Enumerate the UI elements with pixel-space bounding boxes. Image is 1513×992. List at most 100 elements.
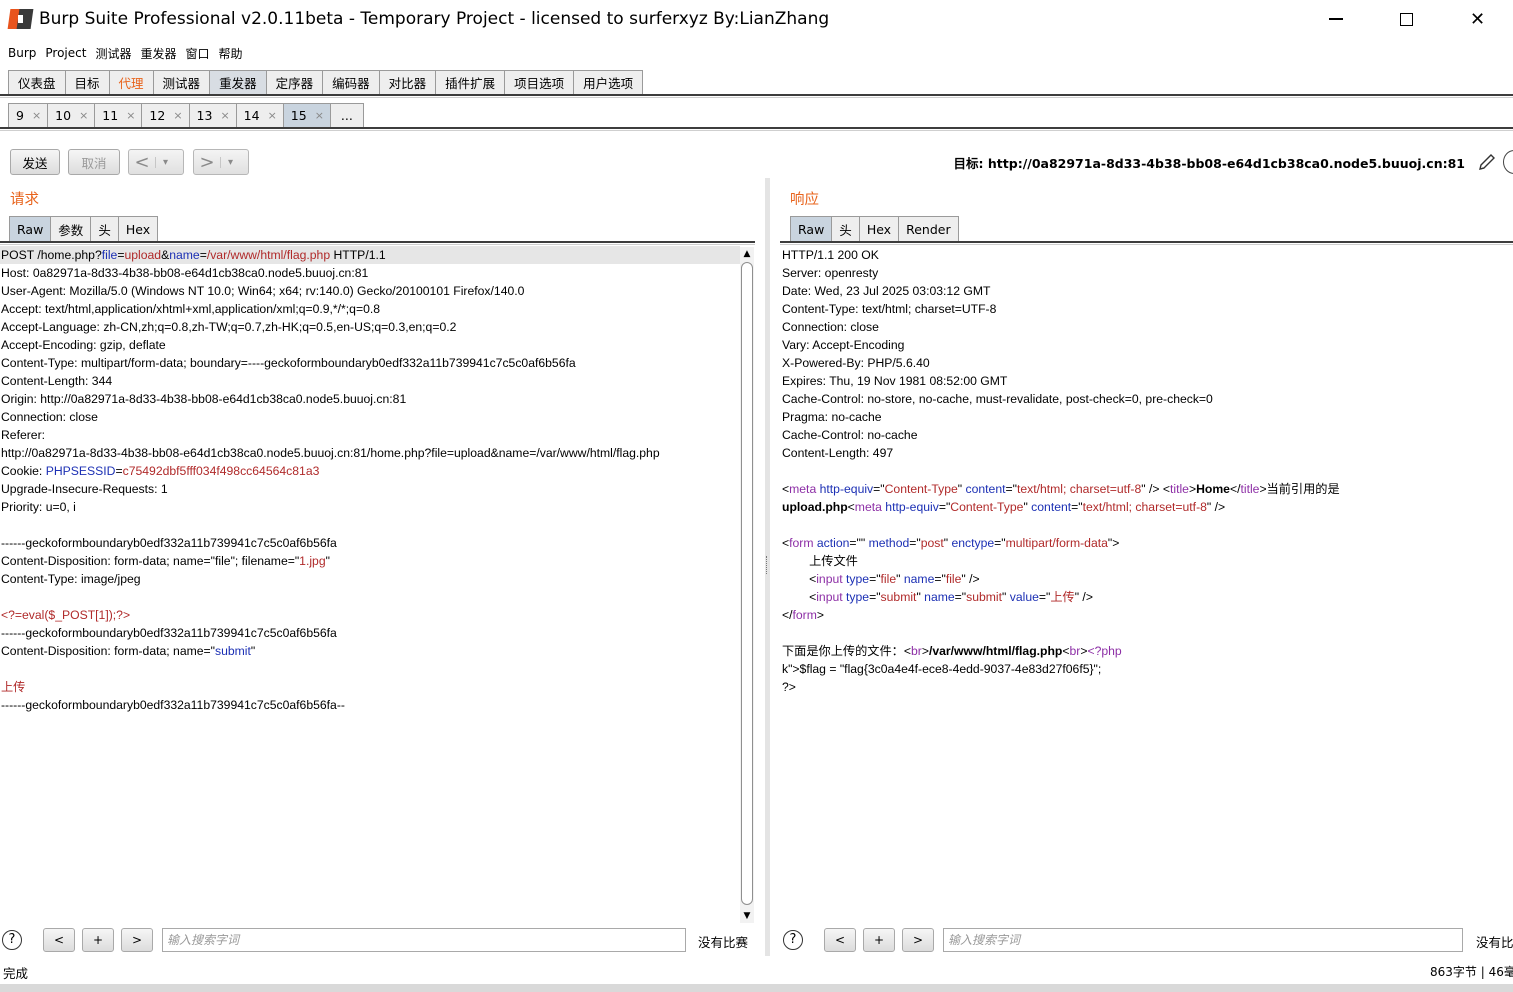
response-search-prev-button[interactable]: < xyxy=(824,928,856,952)
close-tab-icon[interactable]: × xyxy=(79,109,88,122)
send-button[interactable]: 发送 xyxy=(10,149,60,175)
response-search-options-button[interactable]: + xyxy=(863,928,895,952)
tab-repeater[interactable]: 重发器 xyxy=(209,70,267,94)
request-tab-params[interactable]: 参数 xyxy=(50,216,92,241)
request-search-options-button[interactable]: + xyxy=(82,928,114,952)
repeater-tab[interactable]: 11 × xyxy=(94,103,143,127)
menu-burp[interactable]: Burp xyxy=(8,46,36,60)
tab-intruder[interactable]: 测试器 xyxy=(152,70,211,94)
close-tab-icon[interactable]: × xyxy=(268,109,277,122)
response-title: 响应 xyxy=(790,192,819,208)
edit-target-pencil-icon[interactable] xyxy=(1476,151,1498,173)
menu-window[interactable]: 窗口 xyxy=(185,45,209,62)
minimize-button[interactable] xyxy=(1300,0,1371,38)
cancel-button[interactable]: 取消 xyxy=(68,149,120,175)
response-tab-render[interactable]: Render xyxy=(898,216,959,241)
tab-extender[interactable]: 插件扩展 xyxy=(435,70,506,94)
close-button[interactable]: ✕ xyxy=(1442,0,1513,38)
request-match-count: 没有比赛 xyxy=(698,935,749,950)
forward-history-dropdown-icon[interactable]: ▾ xyxy=(220,156,240,168)
back-history-dropdown-icon[interactable]: ▾ xyxy=(155,156,175,168)
request-tab-divider xyxy=(0,241,755,245)
request-line: Host: 0a82971a-8d33-4b38-bb08-e64d1cb38c… xyxy=(1,266,369,280)
response-editor[interactable]: HTTP/1.1 200 OK Server: openresty Date: We… xyxy=(781,246,1513,922)
request-line: Priority: u=0, i xyxy=(1,500,76,514)
repeater-tab-label: 10 xyxy=(55,108,72,123)
new-repeater-tab[interactable]: ... xyxy=(329,103,364,127)
request-tab-hex[interactable]: Hex xyxy=(117,216,159,241)
close-tab-icon[interactable]: × xyxy=(32,109,41,122)
response-line: <input type="file" name="file" /> xyxy=(782,572,980,586)
menu-intruder[interactable]: 测试器 xyxy=(95,45,131,62)
maximize-icon xyxy=(1400,12,1413,26)
tab-target[interactable]: 目标 xyxy=(64,70,110,94)
response-line: Content-Type: text/html; charset=UTF-8 xyxy=(782,302,997,316)
request-line: http://0a82971a-8d33-4b38-bb08-e64d1cb38… xyxy=(1,446,660,460)
tab-sequencer[interactable]: 定序器 xyxy=(265,70,324,94)
maximize-button[interactable] xyxy=(1371,0,1442,38)
request-search-next-button[interactable]: > xyxy=(121,928,153,952)
title-bar: Burp Suite Professional v2.0.11beta - Te… xyxy=(0,0,1513,38)
request-line: ------geckoformboundaryb0edf332a11b73994… xyxy=(1,536,337,550)
request-help-icon[interactable]: ? xyxy=(2,930,22,950)
repeater-tab[interactable]: 10 × xyxy=(47,103,96,127)
request-scrollbar[interactable]: ▲ ▼ xyxy=(740,247,754,923)
menu-repeater[interactable]: 重发器 xyxy=(140,45,176,62)
response-search-next-button[interactable]: > xyxy=(902,928,934,952)
response-line: upload.php<meta http-equiv="Content-Type… xyxy=(782,500,1226,514)
target-help-icon[interactable] xyxy=(1503,150,1513,174)
menu-bar: Burp Project 测试器 重发器 窗口 帮助 xyxy=(0,42,252,64)
request-line: ------geckoformboundaryb0edf332a11b73994… xyxy=(1,626,337,640)
repeater-tab-label: 15 xyxy=(290,108,307,123)
window-controls: ✕ xyxy=(1300,0,1513,38)
response-line: HTTP/1.1 200 OK xyxy=(782,248,879,262)
response-tab-headers[interactable]: 头 xyxy=(831,216,860,241)
request-line: ​ xyxy=(0,516,740,534)
scroll-up-icon[interactable]: ▲ xyxy=(740,247,754,261)
menu-help[interactable]: 帮助 xyxy=(219,45,243,62)
response-search-input[interactable] xyxy=(943,928,1463,952)
request-line: POST /home.php?file=upload&name=/var/www… xyxy=(0,246,740,264)
repeater-tab[interactable]: 13 × xyxy=(188,103,237,127)
request-search-input[interactable] xyxy=(162,928,686,952)
response-tab-raw[interactable]: Raw xyxy=(790,216,833,241)
request-status: 完成 xyxy=(3,966,29,981)
repeater-tab[interactable]: 12 × xyxy=(141,103,190,127)
response-help-icon[interactable]: ? xyxy=(783,930,803,950)
split-pane-grip-icon[interactable] xyxy=(766,556,769,574)
repeater-tab[interactable]: 9 × xyxy=(8,103,49,127)
tab-comparer[interactable]: 对比器 xyxy=(378,70,437,94)
close-tab-icon[interactable]: × xyxy=(126,109,135,122)
response-tab-hex[interactable]: Hex xyxy=(858,216,900,241)
tab-dashboard[interactable]: 仪表盘 xyxy=(8,70,66,94)
request-editor[interactable]: POST /home.php?file=upload&name=/var/www… xyxy=(0,246,740,922)
response-line: ?> xyxy=(782,680,796,694)
close-tab-icon[interactable]: × xyxy=(220,109,229,122)
request-search-prev-button[interactable]: < xyxy=(43,928,75,952)
tab-user-options[interactable]: 用户选项 xyxy=(573,70,644,94)
response-line: Date: Wed, 23 Jul 2025 03:03:12 GMT xyxy=(782,284,991,298)
repeater-tab-active[interactable]: 15 × xyxy=(282,103,331,127)
request-title: 请求 xyxy=(10,192,39,208)
tab-project-options[interactable]: 项目选项 xyxy=(504,70,575,94)
close-tab-icon[interactable]: × xyxy=(315,109,324,122)
tab-proxy[interactable]: 代理 xyxy=(108,70,154,94)
request-line: Origin: http://0a82971a-8d33-4b38-bb08-e… xyxy=(1,392,407,406)
request-line: Upgrade-Insecure-Requests: 1 xyxy=(1,482,168,496)
tab-decoder[interactable]: 编码器 xyxy=(322,70,380,94)
back-button[interactable]: < ▾ xyxy=(128,149,184,175)
request-line: ​ xyxy=(0,588,740,606)
scroll-thumb[interactable] xyxy=(741,262,753,905)
repeater-tab[interactable]: 14 × xyxy=(235,103,284,127)
close-tab-icon[interactable]: × xyxy=(173,109,182,122)
repeater-tab-label: 11 xyxy=(102,108,119,123)
request-tab-raw[interactable]: Raw xyxy=(9,216,52,241)
forward-button[interactable]: > ▾ xyxy=(193,149,249,175)
request-line: Content-Type: multipart/form-data; bound… xyxy=(1,356,576,370)
minimize-icon xyxy=(1328,18,1343,20)
menu-project[interactable]: Project xyxy=(45,46,86,60)
response-match-count: 没有比 xyxy=(1476,935,1513,950)
request-tab-headers[interactable]: 头 xyxy=(90,216,119,241)
scroll-down-icon[interactable]: ▼ xyxy=(740,909,754,923)
repeater-tab-label: 9 xyxy=(16,108,24,123)
